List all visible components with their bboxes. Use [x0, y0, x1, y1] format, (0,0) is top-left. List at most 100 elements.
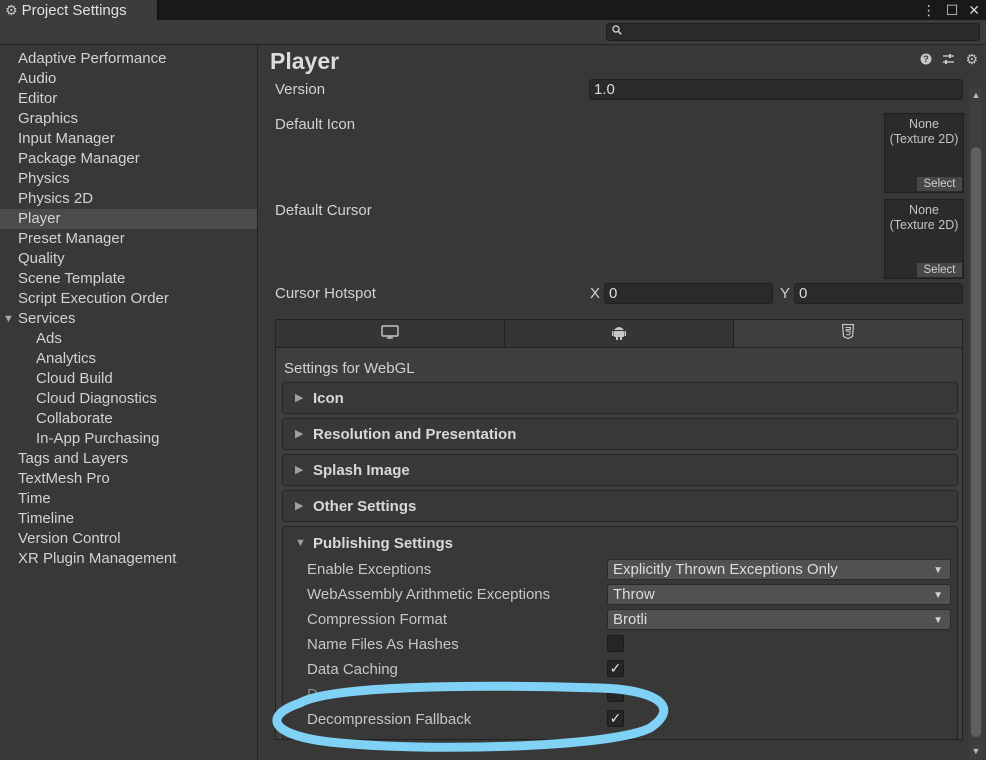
- select-button[interactable]: Select: [917, 177, 962, 191]
- wasm-arith-dropdown[interactable]: Throw ▼: [607, 584, 951, 605]
- platform-tabs: [275, 319, 963, 347]
- compression-format-dropdown[interactable]: Brotli ▼: [607, 609, 951, 630]
- default-icon-slot[interactable]: None (Texture 2D) Select: [884, 113, 964, 193]
- sidebar-item-label: Audio: [18, 70, 57, 87]
- gear-icon: ⚙: [5, 1, 18, 18]
- foldout-other-settings[interactable]: ▶ Other Settings: [282, 490, 958, 522]
- collapsed-triangle-icon: ▶: [295, 428, 304, 440]
- close-icon[interactable]: ✕: [968, 2, 980, 19]
- settings-for-label: Settings for WebGL: [284, 360, 415, 377]
- foldout-title: Resolution and Presentation: [313, 426, 517, 443]
- collapsed-triangle-icon: ▶: [295, 464, 304, 476]
- sidebar-item-tags-and-layers[interactable]: Tags and Layers: [0, 449, 257, 469]
- page-title: Player: [270, 48, 340, 74]
- sidebar-item-editor[interactable]: Editor: [0, 89, 257, 109]
- sidebar-item-cloud-build[interactable]: Cloud Build: [0, 369, 257, 389]
- sidebar-item-time[interactable]: Time: [0, 489, 257, 509]
- presets-icon[interactable]: [942, 53, 955, 68]
- sidebar-item-cloud-diagnostics[interactable]: Cloud Diagnostics: [0, 389, 257, 409]
- sidebar-item-textmesh-pro[interactable]: TextMesh Pro: [0, 469, 257, 489]
- sidebar-item-quality[interactable]: Quality: [0, 249, 257, 269]
- wasm-arith-label: WebAssembly Arithmetic Exceptions: [307, 586, 551, 603]
- expanded-triangle-icon[interactable]: ▼: [3, 309, 14, 329]
- decompression-fallback-checkbox[interactable]: ✓: [607, 710, 624, 727]
- search-input[interactable]: [627, 24, 977, 40]
- sidebar-item-script-execution-order[interactable]: Script Execution Order: [0, 289, 257, 309]
- sidebar-item-label: Adaptive Performance: [18, 50, 167, 67]
- dropdown-value: Brotli: [613, 611, 648, 628]
- sidebar-item-graphics[interactable]: Graphics: [0, 109, 257, 129]
- more-options-icon[interactable]: ⋮: [922, 2, 936, 19]
- sidebar-item-in-app-purchasing[interactable]: In-App Purchasing: [0, 429, 257, 449]
- sidebar-item-ads[interactable]: Ads: [0, 329, 257, 349]
- expanded-triangle-icon[interactable]: ▼: [295, 537, 306, 549]
- settings-gear-icon[interactable]: ⚙: [965, 52, 978, 68]
- foldout-splash-image[interactable]: ▶ Splash Image: [282, 454, 958, 486]
- tab-webgl[interactable]: [734, 320, 962, 347]
- window-controls: ⋮ ☐ ✕: [922, 0, 980, 20]
- chevron-down-icon: ▼: [933, 565, 943, 576]
- search-row: [0, 20, 986, 45]
- sidebar-item-label: Collaborate: [36, 410, 113, 427]
- vertical-scrollbar[interactable]: ▲ ▼: [969, 89, 983, 759]
- foldout-title: Other Settings: [313, 498, 417, 515]
- name-files-hashes-checkbox[interactable]: [607, 635, 624, 652]
- sidebar-item-adaptive-performance[interactable]: Adaptive Performance: [0, 49, 257, 69]
- sidebar-item-input-manager[interactable]: Input Manager: [0, 129, 257, 149]
- tab-standalone[interactable]: [276, 320, 505, 347]
- default-cursor-slot[interactable]: None (Texture 2D) Select: [884, 199, 964, 279]
- tab-android[interactable]: [505, 320, 734, 347]
- sidebar-item-scene-template[interactable]: Scene Template: [0, 269, 257, 289]
- help-icon[interactable]: ?: [920, 53, 932, 68]
- foldout-icon-section[interactable]: ▶ Icon: [282, 382, 958, 414]
- window-tab[interactable]: ⚙ Project Settings: [0, 0, 158, 20]
- sidebar-item-label: Tags and Layers: [18, 450, 129, 467]
- hotspot-y-input[interactable]: 0: [794, 283, 963, 304]
- sidebar-item-collaborate[interactable]: Collaborate: [0, 409, 257, 429]
- default-cursor-label: Default Cursor: [275, 202, 372, 219]
- sidebar-item-services[interactable]: ▼ Services: [0, 309, 257, 329]
- sidebar-item-label: Player: [18, 210, 61, 227]
- sidebar-item-label: Version Control: [18, 530, 121, 547]
- publishing-settings-title[interactable]: Publishing Settings: [313, 535, 453, 552]
- search-icon: [612, 25, 622, 38]
- html5-icon: [841, 323, 855, 343]
- sidebar-item-audio[interactable]: Audio: [0, 69, 257, 89]
- sidebar-item-label: Quality: [18, 250, 65, 267]
- sidebar-item-label: Scene Template: [18, 270, 126, 287]
- sidebar-item-version-control[interactable]: Version Control: [0, 529, 257, 549]
- sidebar-item-analytics[interactable]: Analytics: [0, 349, 257, 369]
- sidebar-item-label: Ads: [36, 330, 62, 347]
- select-button[interactable]: Select: [917, 263, 962, 277]
- foldout-resolution[interactable]: ▶ Resolution and Presentation: [282, 418, 958, 450]
- sidebar-item-label: Script Execution Order: [18, 290, 169, 307]
- player-settings-panel: Player ? ⚙ Version 1.0 Default Icon None…: [259, 45, 986, 760]
- sidebar-item-label: Services: [18, 310, 76, 327]
- data-caching-label: Data Caching: [307, 661, 398, 678]
- scroll-down-icon[interactable]: ▼: [969, 745, 983, 757]
- sidebar-item-timeline[interactable]: Timeline: [0, 509, 257, 529]
- sidebar-item-player[interactable]: Player: [0, 209, 257, 229]
- sidebar-item-package-manager[interactable]: Package Manager: [0, 149, 257, 169]
- texture-none-text: None (Texture 2D): [889, 117, 959, 146]
- enable-exceptions-dropdown[interactable]: Explicitly Thrown Exceptions Only ▼: [607, 559, 951, 580]
- search-box[interactable]: [606, 23, 980, 41]
- header-icons: ? ⚙: [920, 52, 978, 68]
- partially-hidden-label: D: [307, 686, 318, 703]
- scroll-thumb[interactable]: [971, 147, 981, 737]
- data-caching-checkbox[interactable]: ✓: [607, 660, 624, 677]
- default-icon-label: Default Icon: [275, 116, 356, 133]
- maximize-icon[interactable]: ☐: [946, 2, 959, 19]
- sidebar-item-label: Physics 2D: [18, 190, 94, 207]
- sidebar-item-physics-2d[interactable]: Physics 2D: [0, 189, 257, 209]
- window-tab-title: Project Settings: [21, 1, 127, 19]
- hotspot-x-input[interactable]: 0: [604, 283, 773, 304]
- sidebar-item-physics[interactable]: Physics: [0, 169, 257, 189]
- version-input[interactable]: 1.0: [589, 79, 963, 100]
- chevron-down-icon: ▼: [933, 590, 943, 601]
- svg-text:?: ?: [924, 54, 930, 64]
- sidebar-item-preset-manager[interactable]: Preset Manager: [0, 229, 257, 249]
- sidebar-item-xr-plugin-management[interactable]: XR Plugin Management: [0, 549, 257, 569]
- partially-hidden-checkbox[interactable]: [607, 685, 624, 702]
- scroll-up-icon[interactable]: ▲: [969, 89, 983, 101]
